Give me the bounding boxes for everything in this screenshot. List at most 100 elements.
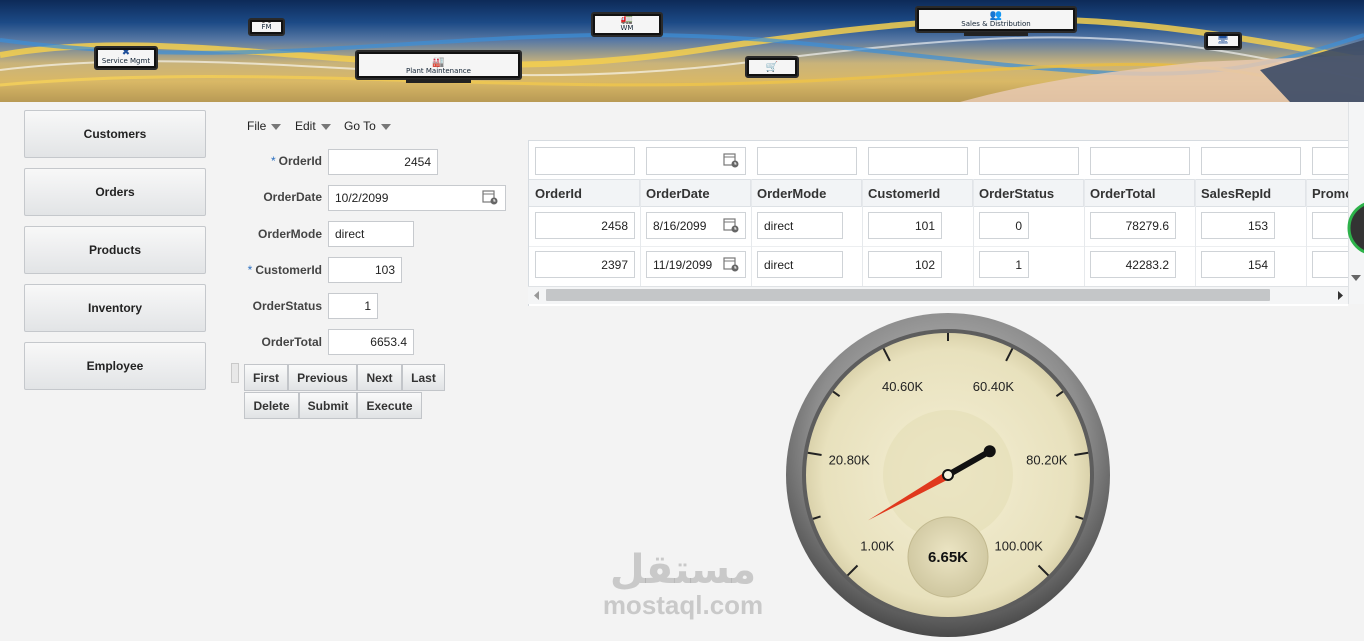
filter-customerid[interactable] bbox=[868, 147, 968, 175]
submit-button[interactable]: Submit bbox=[299, 392, 357, 419]
cell-ordertotal[interactable]: 42283.2 bbox=[1090, 251, 1176, 278]
calendar-icon[interactable] bbox=[723, 217, 739, 233]
calendar-icon[interactable] bbox=[723, 256, 739, 272]
nav-employee-button[interactable]: Employee bbox=[24, 342, 206, 390]
order-id-field[interactable]: 2454 bbox=[328, 149, 438, 175]
device-label: Sales & Distribution bbox=[961, 20, 1031, 28]
order-status-field[interactable]: 1 bbox=[328, 293, 378, 319]
menu-label: Edit bbox=[295, 119, 316, 133]
last-button[interactable]: Last bbox=[402, 364, 445, 391]
nav-orders-button[interactable]: Orders bbox=[24, 168, 206, 216]
filter-orderstatus[interactable] bbox=[979, 147, 1079, 175]
device-sales-distribution: 👥 Sales & Distribution bbox=[915, 6, 1077, 36]
menu-file[interactable]: File bbox=[247, 119, 282, 133]
watermark: مستقل mostaql.com bbox=[598, 550, 768, 618]
order-date-label: OrderDate bbox=[240, 190, 322, 204]
nav-inventory-button[interactable]: Inventory bbox=[24, 284, 206, 332]
device-fm: 🚚FM bbox=[248, 18, 285, 36]
menu-label: File bbox=[247, 119, 267, 133]
order-total-gauge: 1.00K 20.80K 40.60K 60.40K 80.20K 100.00K 6.6… bbox=[786, 313, 1110, 637]
device-wm: 🚛 WM bbox=[591, 12, 663, 37]
field-value: 1 bbox=[364, 299, 371, 313]
panel-collapse-handle[interactable] bbox=[231, 363, 239, 383]
cell-salesrepid[interactable]: 154 bbox=[1201, 251, 1275, 278]
filter-ordermode[interactable] bbox=[757, 147, 857, 175]
chevron-down-icon bbox=[380, 124, 391, 130]
device-shop: 🛒 bbox=[745, 56, 799, 78]
filter-salesrepid[interactable] bbox=[1201, 147, 1301, 175]
first-button[interactable]: First bbox=[244, 364, 288, 391]
col-header-promo[interactable]: Promo bbox=[1306, 179, 1348, 207]
scrollbar-thumb[interactable] bbox=[546, 289, 1270, 301]
label-text: OrderStatus bbox=[252, 299, 322, 313]
field-value: 6653.4 bbox=[370, 335, 407, 349]
col-header-salesrepid[interactable]: SalesRepId bbox=[1195, 179, 1306, 207]
delete-button[interactable]: Delete bbox=[244, 392, 299, 419]
chevron-down-icon bbox=[271, 124, 282, 130]
cell-ordermode[interactable]: direct bbox=[757, 212, 843, 239]
gauge-tick-label: 1.00K bbox=[860, 539, 894, 554]
device-label: WM bbox=[620, 24, 634, 32]
gauge-tick-label: 60.40K bbox=[973, 379, 1015, 394]
order-total-field[interactable]: 6653.4 bbox=[328, 329, 414, 355]
device-label: FM bbox=[261, 23, 272, 31]
order-id-label: * OrderId bbox=[240, 154, 322, 168]
execute-button[interactable]: Execute bbox=[357, 392, 422, 419]
col-header-orderid[interactable]: OrderId bbox=[529, 179, 640, 207]
button-label: Next bbox=[366, 370, 393, 385]
menu-goto[interactable]: Go To bbox=[344, 119, 391, 133]
gauge-tick-label: 20.80K bbox=[829, 452, 871, 467]
order-status-label: OrderStatus bbox=[230, 299, 322, 313]
cell-orderid[interactable]: 2458 bbox=[535, 212, 635, 239]
label-text: CustomerId bbox=[255, 263, 322, 277]
gauge-tick-label: 100.00K bbox=[994, 539, 1043, 554]
next-button[interactable]: Next bbox=[357, 364, 402, 391]
col-header-orderstatus[interactable]: OrderStatus bbox=[973, 179, 1084, 207]
menu-label: Go To bbox=[344, 119, 376, 133]
previous-button[interactable]: Previous bbox=[288, 364, 357, 391]
watermark-arabic: مستقل bbox=[609, 547, 757, 593]
required-mark: * bbox=[270, 154, 276, 168]
cell-ordertotal[interactable]: 78279.6 bbox=[1090, 212, 1176, 239]
cell-salesrepid[interactable]: 153 bbox=[1201, 212, 1275, 239]
device-label: Service Mgmt bbox=[101, 57, 151, 65]
button-label: Execute bbox=[366, 398, 413, 413]
button-label: Delete bbox=[253, 398, 290, 413]
cell-orderid[interactable]: 2397 bbox=[535, 251, 635, 278]
label-text: OrderMode bbox=[257, 227, 322, 241]
label-text: OrderId bbox=[278, 154, 322, 168]
calendar-icon[interactable] bbox=[723, 152, 739, 168]
device-service: ✖ Service Mgmt bbox=[94, 46, 158, 70]
order-date-field[interactable]: 10/2/2099 bbox=[328, 185, 506, 211]
cell-customerid[interactable]: 102 bbox=[868, 251, 942, 278]
col-header-ordermode[interactable]: OrderMode bbox=[751, 179, 862, 207]
order-mode-label: OrderMode bbox=[240, 227, 322, 241]
calendar-icon[interactable] bbox=[482, 189, 498, 205]
col-header-orderdate[interactable]: OrderDate bbox=[640, 179, 751, 207]
scroll-right-icon[interactable] bbox=[1336, 291, 1344, 300]
cart-icon: 🛒 bbox=[765, 62, 779, 73]
nav-products-button[interactable]: Products bbox=[24, 226, 206, 274]
nav-label: Products bbox=[88, 243, 141, 257]
col-header-customerid[interactable]: CustomerId bbox=[862, 179, 973, 207]
filter-promo[interactable] bbox=[1312, 147, 1348, 175]
needle-pivot bbox=[942, 469, 954, 481]
device-plant-maintenance: 🏭 Plant Maintenance bbox=[355, 50, 522, 83]
cell-orderstatus[interactable]: 1 bbox=[979, 251, 1029, 278]
customer-id-field[interactable]: 103 bbox=[328, 257, 402, 283]
menu-edit[interactable]: Edit bbox=[295, 119, 331, 133]
cell-ordermode[interactable]: direct bbox=[757, 251, 843, 278]
cell-orderstatus[interactable]: 0 bbox=[979, 212, 1029, 239]
button-label: Submit bbox=[307, 398, 349, 413]
filter-ordertotal[interactable] bbox=[1090, 147, 1190, 175]
col-header-ordertotal[interactable]: OrderTotal bbox=[1084, 179, 1195, 207]
nav-label: Employee bbox=[86, 359, 144, 373]
cell-customerid[interactable]: 101 bbox=[868, 212, 942, 239]
nav-customers-button[interactable]: Customers bbox=[24, 110, 206, 158]
scroll-down-icon[interactable] bbox=[1351, 274, 1361, 282]
field-value: 2454 bbox=[404, 155, 431, 169]
filter-orderid[interactable] bbox=[535, 147, 635, 175]
order-total-label: OrderTotal bbox=[230, 335, 322, 349]
scroll-left-icon[interactable] bbox=[533, 291, 541, 300]
order-mode-field[interactable]: direct bbox=[328, 221, 414, 247]
